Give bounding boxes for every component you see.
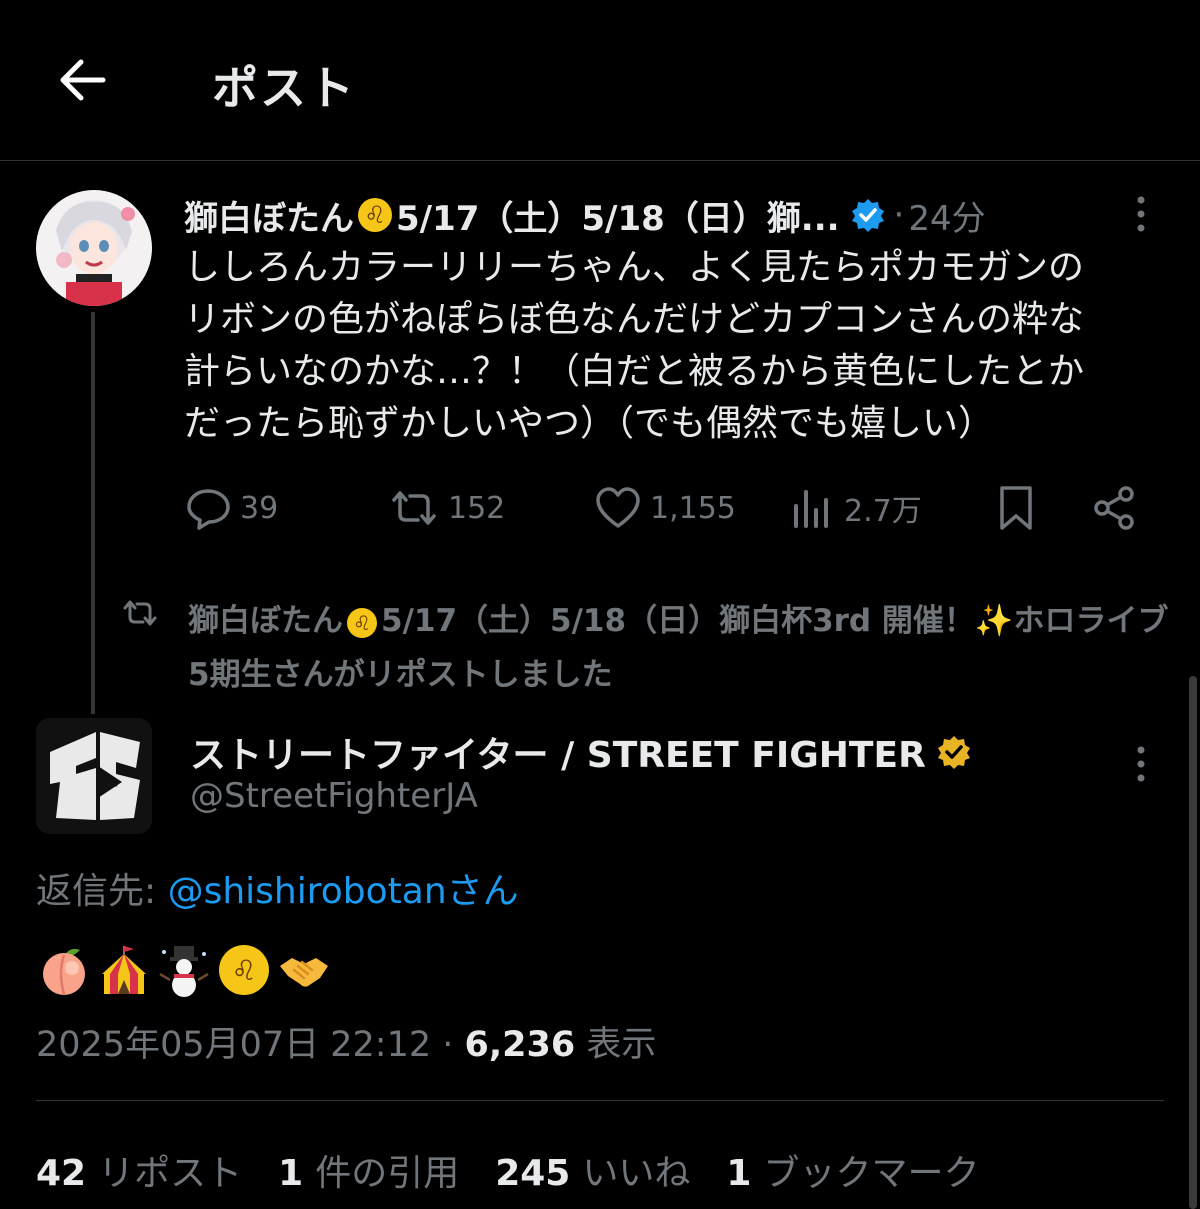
author-name[interactable]: ストリートファイター / STREET FIGHTER <box>190 726 972 778</box>
timestamp-text[interactable]: 2025年05月07日 22:12 <box>36 1025 431 1065</box>
author-name-suffix[interactable]: 5/17（土）5/18（日）獅... <box>396 191 840 240</box>
verified-badge-icon <box>851 199 884 232</box>
leo-emoji-icon: ♌ <box>347 607 377 638</box>
snowman-icon <box>159 946 209 997</box>
verified-gold-badge-icon <box>937 736 970 769</box>
post-header: 獅白ぼたん ♌ 5/17（土）5/18（日）獅... · 24分 <box>184 191 1084 240</box>
leo-icon: ♌ <box>219 945 269 995</box>
page-title: ポスト <box>212 61 356 115</box>
post-actions: 39 152 1,155 2.7万 <box>184 480 1144 536</box>
stat-quotes[interactable]: 1 件の引用 <box>278 1144 459 1196</box>
post-emojis: ♌ <box>36 940 332 1000</box>
repost-notice-name: 獅白ぼたん <box>188 603 343 639</box>
reply-to-handle[interactable]: @shishirobotanさん <box>168 871 519 912</box>
author-name-text: ストリートファイター / STREET FIGHTER <box>190 735 926 776</box>
avatar[interactable] <box>36 190 152 306</box>
post-time-separator: · <box>893 195 905 235</box>
repost-notice[interactable]: 獅白ぼたん ♌ 5/17（土）5/18（日）獅白杯3rd 開催！✨ホロライブ5期生さ… <box>188 594 1188 702</box>
author-handle[interactable]: @StreetFighterJA <box>190 776 478 816</box>
post-timestamp: 2025年05月07日 22:12 · 6,236 表示 <box>36 1025 657 1065</box>
post-text: ししろんカラーリリーちゃん、よく見たらポカモガンの リボンの色がねぽらぼ色なんだ… <box>184 247 1085 444</box>
stat-bookmarks[interactable]: 1 ブックマーク <box>726 1144 979 1196</box>
views-count: 2.7万 <box>844 494 922 529</box>
views-count: 6,236 <box>464 1025 576 1065</box>
repost-button[interactable]: 152 <box>388 480 505 536</box>
scrollbar[interactable] <box>1189 676 1197 1209</box>
like-count: 1,155 <box>650 490 736 526</box>
avatar[interactable] <box>36 718 152 834</box>
stat-reposts[interactable]: 42 リポスト <box>36 1144 242 1196</box>
reply-icon <box>187 489 230 530</box>
heart-icon <box>596 487 640 528</box>
more-options-icon[interactable] <box>1126 742 1156 786</box>
stat-likes[interactable]: 245 いいね <box>495 1144 690 1196</box>
handshake-icon <box>280 958 328 987</box>
views-button[interactable]: 2.7万 <box>790 480 922 536</box>
peach-icon <box>43 948 85 995</box>
reply-count: 39 <box>240 490 279 526</box>
more-options-icon[interactable] <box>1126 192 1156 236</box>
reply-to-label: 返信先: <box>36 871 157 912</box>
views-label: 表示 <box>586 1025 657 1065</box>
share-icon[interactable] <box>1090 484 1138 532</box>
repost-count: 152 <box>448 490 506 526</box>
post-stats: 42 リポスト 1 件の引用 245 いいね 1 ブックマーク <box>36 1144 979 1196</box>
reply-button[interactable]: 39 <box>184 480 278 536</box>
top-bar: ポスト <box>0 0 1200 161</box>
svg-text:♌: ♌ <box>231 954 256 987</box>
thread-line <box>91 312 95 714</box>
reply-to: 返信先: @shishirobotanさん <box>36 862 519 914</box>
post-time[interactable]: 24分 <box>908 191 985 240</box>
arrow-left-icon[interactable] <box>55 52 111 108</box>
repost-indicator-icon <box>123 600 157 626</box>
repost-icon <box>392 491 436 525</box>
circus-tent-icon <box>102 946 146 994</box>
divider <box>36 1100 1164 1101</box>
author-name[interactable]: 獅白ぼたん <box>184 191 354 240</box>
like-button[interactable]: 1,155 <box>594 480 736 536</box>
analytics-icon <box>794 490 828 528</box>
bookmark-icon[interactable] <box>994 484 1038 532</box>
leo-emoji-icon: ♌ <box>358 198 392 232</box>
